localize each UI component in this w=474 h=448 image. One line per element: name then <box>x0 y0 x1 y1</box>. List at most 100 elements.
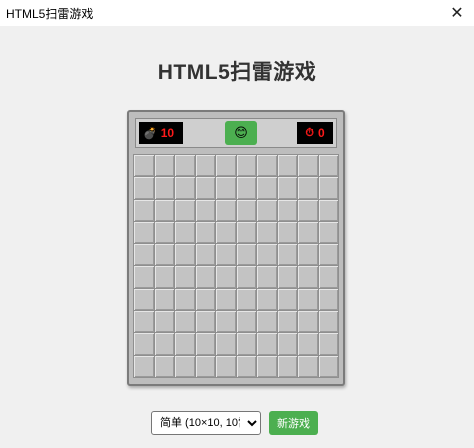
grid-cell[interactable] <box>195 311 215 333</box>
grid-cell[interactable] <box>154 355 174 377</box>
grid-cell[interactable] <box>236 221 256 244</box>
grid-cell[interactable] <box>277 355 297 377</box>
grid-cell[interactable] <box>236 266 256 288</box>
grid-cell[interactable] <box>277 177 297 199</box>
grid-cell[interactable] <box>195 244 215 266</box>
grid-cell[interactable] <box>257 288 277 311</box>
grid-cell[interactable] <box>298 221 318 244</box>
grid-cell[interactable] <box>277 244 297 266</box>
grid-cell[interactable] <box>277 266 297 288</box>
grid-cell[interactable] <box>134 355 154 377</box>
grid-cell[interactable] <box>277 333 297 355</box>
grid-cell[interactable] <box>257 355 277 377</box>
grid-cell[interactable] <box>175 311 195 333</box>
grid-cell[interactable] <box>298 244 318 266</box>
grid-cell[interactable] <box>318 221 338 244</box>
grid-cell[interactable] <box>175 155 195 177</box>
grid-cell[interactable] <box>236 355 256 377</box>
grid-cell[interactable] <box>216 355 236 377</box>
grid-cell[interactable] <box>154 311 174 333</box>
grid-cell[interactable] <box>154 244 174 266</box>
grid-cell[interactable] <box>216 333 236 355</box>
grid-cell[interactable] <box>154 199 174 221</box>
smiley-reset-button[interactable]: 😊 <box>225 121 257 145</box>
grid-cell[interactable] <box>175 177 195 199</box>
grid-cell[interactable] <box>257 221 277 244</box>
grid-cell[interactable] <box>236 244 256 266</box>
grid-cell[interactable] <box>154 155 174 177</box>
grid-cell[interactable] <box>134 333 154 355</box>
grid-cell[interactable] <box>277 199 297 221</box>
grid-cell[interactable] <box>236 288 256 311</box>
grid-cell[interactable] <box>257 244 277 266</box>
grid-cell[interactable] <box>298 288 318 311</box>
grid-cell[interactable] <box>236 333 256 355</box>
grid-cell[interactable] <box>216 244 236 266</box>
grid-cell[interactable] <box>298 199 318 221</box>
grid-cell[interactable] <box>195 333 215 355</box>
grid-cell[interactable] <box>298 155 318 177</box>
grid-cell[interactable] <box>195 266 215 288</box>
grid-cell[interactable] <box>298 355 318 377</box>
grid-cell[interactable] <box>195 288 215 311</box>
grid-cell[interactable] <box>134 155 154 177</box>
grid-cell[interactable] <box>277 311 297 333</box>
grid-cell[interactable] <box>318 244 338 266</box>
grid-cell[interactable] <box>216 199 236 221</box>
grid-cell[interactable] <box>154 333 174 355</box>
grid-cell[interactable] <box>277 288 297 311</box>
grid-cell[interactable] <box>236 311 256 333</box>
grid-cell[interactable] <box>216 311 236 333</box>
grid-cell[interactable] <box>236 155 256 177</box>
close-button[interactable]: ✕ <box>440 0 474 26</box>
grid-cell[interactable] <box>134 288 154 311</box>
grid-cell[interactable] <box>236 177 256 199</box>
grid-cell[interactable] <box>318 311 338 333</box>
new-game-button[interactable]: 新游戏 <box>269 411 318 435</box>
grid-cell[interactable] <box>216 266 236 288</box>
grid-cell[interactable] <box>298 266 318 288</box>
grid-cell[interactable] <box>195 199 215 221</box>
grid-cell[interactable] <box>277 221 297 244</box>
grid-cell[interactable] <box>134 266 154 288</box>
grid-cell[interactable] <box>216 288 236 311</box>
grid-cell[interactable] <box>257 199 277 221</box>
grid-cell[interactable] <box>175 199 195 221</box>
grid-cell[interactable] <box>257 333 277 355</box>
grid-cell[interactable] <box>257 177 277 199</box>
grid-cell[interactable] <box>318 288 338 311</box>
grid-cell[interactable] <box>175 288 195 311</box>
grid-cell[interactable] <box>257 311 277 333</box>
grid-cell[interactable] <box>195 155 215 177</box>
grid-cell[interactable] <box>298 177 318 199</box>
grid-cell[interactable] <box>318 266 338 288</box>
grid-cell[interactable] <box>154 177 174 199</box>
grid-cell[interactable] <box>195 221 215 244</box>
grid-cell[interactable] <box>318 155 338 177</box>
grid-cell[interactable] <box>134 177 154 199</box>
grid-cell[interactable] <box>175 355 195 377</box>
difficulty-select[interactable]: 简单 (10×10, 10雷) <box>151 411 261 435</box>
grid-cell[interactable] <box>195 355 215 377</box>
grid-cell[interactable] <box>175 266 195 288</box>
grid-cell[interactable] <box>154 221 174 244</box>
grid-cell[interactable] <box>175 244 195 266</box>
grid-cell[interactable] <box>134 244 154 266</box>
grid-cell[interactable] <box>298 311 318 333</box>
grid-cell[interactable] <box>134 199 154 221</box>
grid-cell[interactable] <box>154 288 174 311</box>
grid-cell[interactable] <box>318 333 338 355</box>
grid-cell[interactable] <box>298 333 318 355</box>
grid-cell[interactable] <box>216 177 236 199</box>
grid-cell[interactable] <box>216 155 236 177</box>
grid-cell[interactable] <box>318 199 338 221</box>
grid-cell[interactable] <box>154 266 174 288</box>
grid-cell[interactable] <box>195 177 215 199</box>
grid-cell[interactable] <box>175 333 195 355</box>
grid-cell[interactable] <box>134 221 154 244</box>
grid-cell[interactable] <box>277 155 297 177</box>
grid-cell[interactable] <box>257 266 277 288</box>
grid-cell[interactable] <box>134 311 154 333</box>
grid-cell[interactable] <box>257 155 277 177</box>
grid-cell[interactable] <box>175 221 195 244</box>
